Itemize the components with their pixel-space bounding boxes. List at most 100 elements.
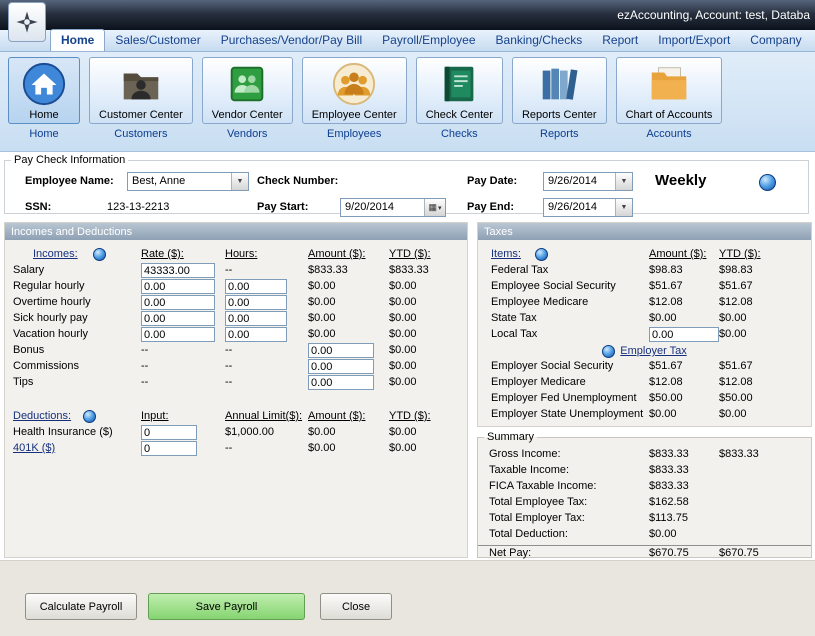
income-rate: -- [141, 376, 148, 388]
check-number-label: Check Number: [257, 175, 338, 187]
employer-tax-help-icon[interactable] [602, 345, 615, 358]
health-insurance-input[interactable] [141, 425, 197, 440]
menu-tab-banking-checks[interactable]: Banking/Checks [486, 30, 593, 51]
pay-start-value: 9/20/2014 [341, 199, 424, 216]
tax-row: Employer Fed Unemployment $50.00 $50.00 [478, 391, 811, 407]
income-ytd: $0.00 [389, 296, 417, 308]
net-pay-ytd: $670.75 [719, 547, 759, 559]
tax-amount: $12.08 [649, 296, 683, 308]
check-center-icon [436, 61, 482, 107]
tool-sublabel: Home [29, 128, 58, 140]
income-rate: -- [141, 360, 148, 372]
regular-hours-input[interactable] [225, 279, 287, 294]
pay-date-select[interactable]: 9/26/2014 ▼ [543, 172, 633, 191]
app-window: ezAccounting, Account: test, Databa Home… [0, 0, 815, 636]
amount-column-header: Amount ($): [649, 248, 706, 260]
toolbar-button-reports-center[interactable]: Reports Center Reports [512, 57, 607, 151]
calendar-icon[interactable]: ▦▾ [424, 199, 445, 216]
incomes-deductions-panel: Incomes and Deductions Incomes: Rate ($)… [4, 222, 468, 558]
tool-sublabel: Vendors [227, 128, 267, 140]
save-payroll-button[interactable]: Save Payroll [148, 593, 305, 620]
paycheck-help-icon[interactable] [759, 174, 776, 191]
pay-start-datepicker[interactable]: 9/20/2014 ▦▾ [340, 198, 446, 217]
deductions-link[interactable]: Deductions: [13, 410, 71, 422]
tool-sublabel: Customers [114, 128, 167, 140]
toolbar-button-employee-center[interactable]: Employee Center Employees [302, 57, 407, 151]
tax-amount: $0.00 [649, 408, 677, 420]
regular-rate-input[interactable] [141, 279, 215, 294]
local-tax-input[interactable] [649, 327, 719, 342]
menu-tab-sales-customer[interactable]: Sales/Customer [105, 30, 210, 51]
summary-label: FICA Taxable Income: [489, 480, 596, 492]
tool-label: Vendor Center [212, 109, 283, 121]
sick-hours-input[interactable] [225, 311, 287, 326]
menu-tab-purchases-vendor-pay-bill[interactable]: Purchases/Vendor/Pay Bill [211, 30, 372, 51]
titlebar: ezAccounting, Account: test, Databa [0, 0, 815, 30]
deduction-amount: $0.00 [308, 442, 336, 454]
chevron-down-icon[interactable]: ▼ [231, 173, 248, 190]
vacation-rate-input[interactable] [141, 327, 215, 342]
income-amount: $833.33 [308, 264, 348, 276]
menu-tab-import-export[interactable]: Import/Export [648, 30, 740, 51]
ytd-column-header: YTD ($): [389, 248, 431, 260]
income-label: Sick hourly pay [13, 312, 88, 324]
items-link[interactable]: Items: [491, 248, 521, 260]
chevron-down-icon[interactable]: ▼ [615, 199, 632, 216]
menu-tab-payroll-employee[interactable]: Payroll/Employee [372, 30, 485, 51]
summary-row: Total Employer Tax: $113.75 [478, 511, 811, 527]
toolbar-button-vendor-center[interactable]: Vendor Center Vendors [202, 57, 293, 151]
vendor-center-icon [224, 61, 270, 107]
salary-rate-input[interactable] [141, 263, 215, 278]
employee-name-select[interactable]: Best, Anne ▼ [127, 172, 249, 191]
check-number-input[interactable] [353, 172, 457, 192]
deductions-help-icon[interactable] [83, 410, 96, 423]
income-row: Commissions -- -- $0.00 [5, 359, 467, 375]
income-ytd: $0.00 [389, 328, 417, 340]
menu-tab-report[interactable]: Report [592, 30, 648, 51]
menu-tab-help[interactable]: Help [812, 30, 815, 51]
employer-tax-link[interactable]: Employer Tax [620, 345, 686, 357]
income-amount: $0.00 [308, 328, 336, 340]
incomes-header-row: Incomes: Rate ($): Hours: Amount ($): YT… [5, 247, 467, 263]
toolbar-button-check-center[interactable]: Check Center Checks [416, 57, 503, 151]
taxes-panel-header: Taxes [478, 223, 811, 240]
tips-amount-input[interactable] [308, 375, 374, 390]
rate-column-header: Rate ($): [141, 248, 184, 260]
incomes-link[interactable]: Incomes: [33, 248, 78, 260]
items-help-icon[interactable] [535, 248, 548, 261]
incomes-help-icon[interactable] [93, 248, 106, 261]
menu-tab-home[interactable]: Home [50, 29, 105, 51]
close-button[interactable]: Close [320, 593, 392, 620]
toolbar-button-home[interactable]: Home Home [8, 57, 80, 151]
income-amount: $0.00 [308, 296, 336, 308]
commissions-amount-input[interactable] [308, 359, 374, 374]
tax-label: Employer State Unemployment [491, 408, 643, 420]
401k-input[interactable] [141, 441, 197, 456]
menu-tab-company[interactable]: Company [740, 30, 811, 51]
overtime-hours-input[interactable] [225, 295, 287, 310]
tax-ytd: $12.08 [719, 376, 753, 388]
income-row: Vacation hourly $0.00 $0.00 [5, 327, 467, 343]
summary-label: Total Employee Tax: [489, 496, 587, 508]
app-logo-icon[interactable] [8, 2, 46, 42]
tax-row: Employer Social Security $51.67 $51.67 [478, 359, 811, 375]
income-ytd: $0.00 [389, 376, 417, 388]
tool-label: Employee Center [312, 109, 397, 121]
deduction-401k-link[interactable]: 401K ($) [13, 442, 55, 454]
vacation-hours-input[interactable] [225, 327, 287, 342]
sick-rate-input[interactable] [141, 311, 215, 326]
calculate-payroll-button[interactable]: Calculate Payroll [25, 593, 137, 620]
pay-end-select[interactable]: 9/26/2014 ▼ [543, 198, 633, 217]
summary-label: Total Employer Tax: [489, 512, 585, 524]
income-hours: -- [225, 264, 232, 276]
summary-amount: $833.33 [649, 464, 689, 476]
net-pay-label: Net Pay: [489, 547, 531, 559]
hours-column-header: Hours: [225, 248, 257, 260]
chevron-down-icon[interactable]: ▼ [615, 173, 632, 190]
overtime-rate-input[interactable] [141, 295, 215, 310]
toolbar-button-customer-center[interactable]: Customer Center Customers [89, 57, 193, 151]
toolbar-button-chart-of-accounts[interactable]: Chart of Accounts Accounts [616, 57, 723, 151]
main-content: Pay Check Information Employee Name: Bes… [0, 152, 815, 636]
taxes-panel: Taxes Items: Amount ($): YTD ($): Federa… [477, 222, 812, 427]
bonus-amount-input[interactable] [308, 343, 374, 358]
